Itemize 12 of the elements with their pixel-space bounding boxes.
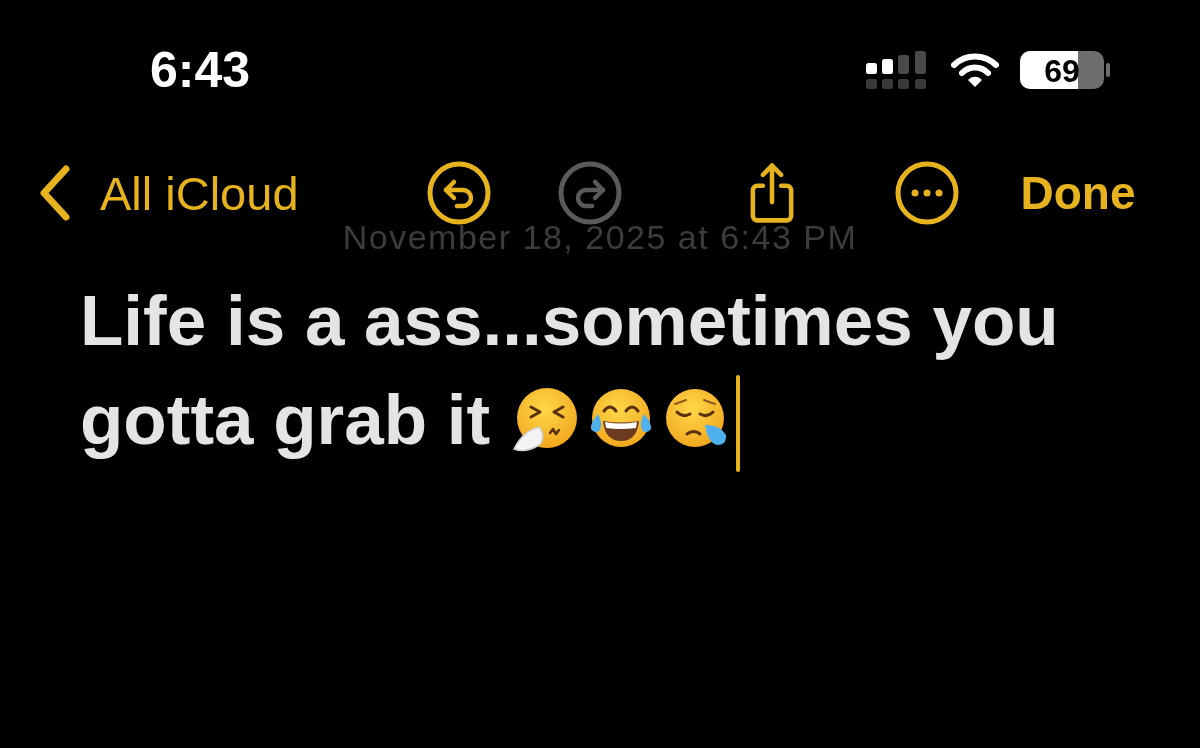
chevron-left-icon (38, 164, 72, 222)
note-text-line: Life is a ass...sometimes you (80, 280, 1059, 362)
done-button[interactable]: Done (1020, 170, 1136, 216)
note-date: November 18, 2025 at 6:43 PM (342, 220, 858, 254)
status-time: 6:43 (150, 45, 251, 95)
note-text-line: gotta grab it (80, 378, 491, 461)
wifi-icon (950, 52, 1000, 88)
undo-icon[interactable] (426, 161, 491, 225)
more-options-icon[interactable] (894, 161, 959, 225)
signal-strength-icon (866, 51, 926, 89)
sneezing-face-icon (512, 386, 579, 453)
back-button[interactable]: All iCloud (38, 164, 299, 222)
